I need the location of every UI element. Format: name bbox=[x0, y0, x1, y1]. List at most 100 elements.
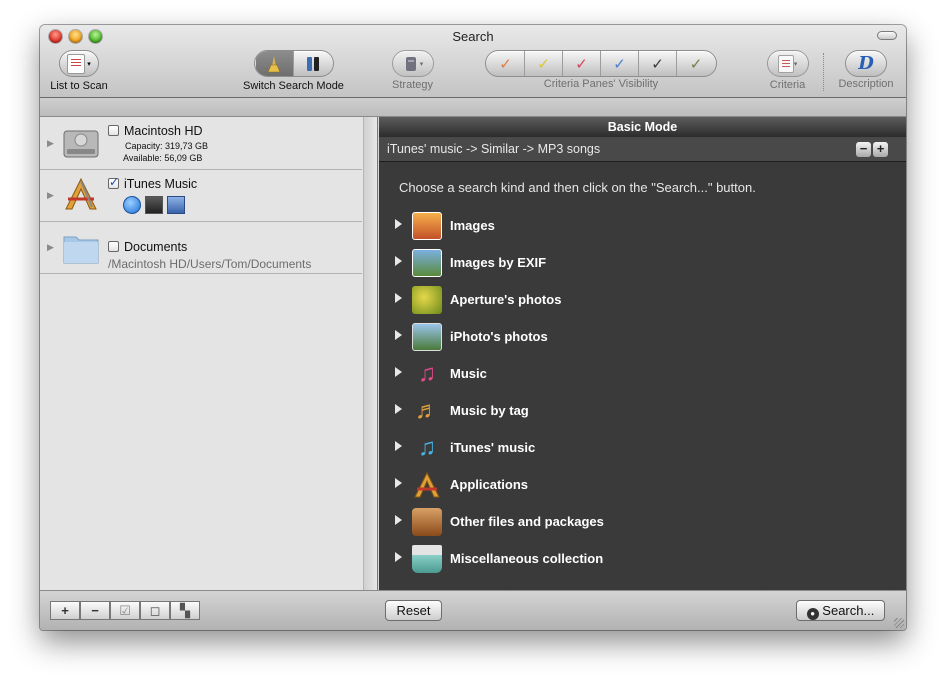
search-button[interactable]: ● Search... bbox=[796, 600, 885, 621]
expand-button[interactable]: + bbox=[873, 142, 888, 157]
criteria-panes-visibility-item[interactable]: ✓ ✓ ✓ ✓ ✓ ✓ Criteria Panes' Visibility bbox=[481, 50, 721, 90]
sidebar-scrollbar[interactable] bbox=[363, 117, 377, 590]
volume-name: Macintosh HD bbox=[124, 124, 203, 138]
advanced-mode-segment[interactable] bbox=[294, 51, 332, 76]
add-button[interactable]: + bbox=[50, 601, 80, 620]
breadcrumb: iTunes' music -> Similar -> MP3 songs bbox=[387, 142, 601, 156]
disclosure-triangle-icon[interactable] bbox=[395, 441, 402, 451]
collapse-button[interactable]: − bbox=[856, 142, 871, 157]
criteria-panes-visibility-label: Criteria Panes' Visibility bbox=[543, 78, 659, 90]
switch-search-mode-label: Switch Search Mode bbox=[243, 79, 344, 92]
volume-available: Available: 56,09 GB bbox=[123, 153, 203, 163]
disclosure-triangle-icon[interactable] bbox=[395, 515, 402, 525]
toolbar-strip bbox=[40, 98, 906, 117]
checkmark-icon: ✓ bbox=[651, 55, 664, 73]
strategy-button: ▾ bbox=[391, 50, 434, 77]
search-kind-music-by-tag[interactable]: ♬ Music by tag bbox=[395, 397, 885, 427]
search-kind-images[interactable]: Images bbox=[395, 212, 885, 242]
volume-row-documents[interactable]: ▶ Documents /Macintosh HD/Users/Tom/Docu… bbox=[40, 222, 362, 274]
checkbox-checked-icon: ☑ bbox=[119, 603, 131, 618]
dropdown-arrow-icon: ▾ bbox=[419, 60, 424, 68]
list-to-scan-label: List to Scan bbox=[50, 79, 108, 92]
disclosure-triangle-icon[interactable] bbox=[395, 478, 402, 488]
disclosure-triangle-icon[interactable] bbox=[395, 256, 402, 266]
documents-checkbox[interactable] bbox=[108, 241, 119, 252]
reveal-button[interactable]: ▚ bbox=[170, 601, 200, 620]
basic-mode-segment[interactable] bbox=[255, 51, 294, 76]
resize-grip-icon[interactable] bbox=[894, 618, 904, 628]
disclosure-triangle-icon[interactable] bbox=[395, 330, 402, 340]
uncheck-all-button[interactable]: ◻ bbox=[140, 601, 170, 620]
search-pane: Basic Mode iTunes' music -> Similar -> M… bbox=[379, 117, 906, 590]
visibility-toggle-6[interactable]: ✓ bbox=[677, 51, 715, 76]
switch-search-mode-control[interactable] bbox=[253, 50, 334, 77]
window-title: Search bbox=[452, 29, 494, 44]
visibility-toggle-1[interactable]: ✓ bbox=[487, 51, 525, 76]
photo-film-icon bbox=[145, 196, 163, 214]
checkmark-icon: ✓ bbox=[537, 55, 550, 73]
checkbox-empty-icon: ◻ bbox=[149, 603, 161, 618]
description-item[interactable]: D Description bbox=[833, 50, 899, 90]
strategy-label: Strategy bbox=[392, 78, 433, 91]
visibility-toggle-2[interactable]: ✓ bbox=[525, 51, 563, 76]
search-kind-label: Applications bbox=[450, 477, 529, 492]
disclosure-triangle-icon[interactable] bbox=[395, 219, 402, 229]
broom-icon bbox=[267, 55, 281, 72]
strategy-icon bbox=[405, 56, 416, 71]
search-kind-miscellaneous-collection[interactable]: Miscellaneous collection bbox=[395, 545, 885, 575]
folder-reveal-icon: ▚ bbox=[180, 603, 190, 618]
visibility-toggle-5[interactable]: ✓ bbox=[639, 51, 677, 76]
visibility-toggle-4[interactable]: ✓ bbox=[601, 51, 639, 76]
search-kind-apertures-photos[interactable]: Aperture's photos bbox=[395, 286, 885, 316]
disclosure-triangle-icon[interactable] bbox=[395, 367, 402, 377]
disclosure-triangle-icon[interactable]: ▶ bbox=[47, 242, 54, 253]
toolbar-toggle-button[interactable] bbox=[877, 31, 897, 40]
check-all-button[interactable]: ☑ bbox=[110, 601, 140, 620]
search-kind-images-by-exif[interactable]: Images by EXIF bbox=[395, 249, 885, 279]
switch-search-mode-item[interactable]: Switch Search Mode bbox=[240, 50, 347, 92]
disclosure-triangle-icon[interactable] bbox=[395, 404, 402, 414]
volume-name: Documents bbox=[124, 240, 188, 254]
disclosure-triangle-icon[interactable]: ▶ bbox=[47, 190, 54, 201]
list-to-scan-item[interactable]: ▾ List to Scan bbox=[49, 50, 109, 92]
packages-icon bbox=[412, 508, 442, 536]
checkmark-icon: ✓ bbox=[499, 55, 512, 73]
strategy-item: ▾ Strategy bbox=[385, 50, 440, 91]
search-kind-iphotos-photos[interactable]: iPhoto's photos bbox=[395, 323, 885, 353]
disclosure-triangle-icon[interactable] bbox=[395, 552, 402, 562]
search-kind-label: Aperture's photos bbox=[450, 292, 562, 307]
basket-icon bbox=[412, 545, 442, 573]
toolbar-separator bbox=[823, 53, 824, 91]
list-to-scan-button[interactable]: ▾ bbox=[59, 50, 99, 77]
volume-row-macintosh-hd[interactable]: ▶ Macintosh HD Capacity: 319,73 GB Avail… bbox=[40, 117, 362, 170]
disclosure-triangle-icon[interactable] bbox=[395, 293, 402, 303]
itunes-music-checkbox[interactable]: ✓ bbox=[108, 175, 120, 189]
reset-button[interactable]: Reset bbox=[385, 600, 442, 621]
search-kind-label: iTunes' music bbox=[450, 440, 536, 455]
checkmark-icon: ✓ bbox=[613, 55, 626, 73]
search-kind-label: Images bbox=[450, 218, 495, 233]
criteria-document-icon bbox=[777, 54, 794, 73]
search-kind-itunes-music[interactable]: ♫ iTunes' music bbox=[395, 434, 885, 464]
criteria-visibility-segmented-control[interactable]: ✓ ✓ ✓ ✓ ✓ ✓ bbox=[485, 50, 717, 77]
description-label: Description bbox=[838, 78, 894, 90]
macintosh-hd-checkbox[interactable] bbox=[108, 125, 119, 136]
exif-images-icon bbox=[412, 249, 442, 277]
volume-name: iTunes Music bbox=[124, 177, 198, 191]
checkmark-icon: ✓ bbox=[109, 175, 120, 189]
volume-row-itunes-music[interactable]: ▶ ✓ iTunes Music bbox=[40, 170, 362, 222]
search-kind-applications[interactable]: Applications bbox=[395, 471, 885, 501]
disclosure-triangle-icon[interactable]: ▶ bbox=[47, 138, 54, 149]
search-kind-label: Music by tag bbox=[450, 403, 529, 418]
search-kind-other-files-and-packages[interactable]: Other files and packages bbox=[395, 508, 885, 538]
music-tag-icon: ♬ bbox=[415, 397, 439, 424]
visibility-toggle-3[interactable]: ✓ bbox=[563, 51, 601, 76]
search-kind-label: iPhoto's photos bbox=[450, 329, 548, 344]
applications-icon bbox=[414, 471, 440, 498]
remove-button[interactable]: − bbox=[80, 601, 110, 620]
search-kind-label: Miscellaneous collection bbox=[450, 551, 604, 566]
search-kind-music[interactable]: ♫ Music bbox=[395, 360, 885, 390]
description-button[interactable]: D bbox=[845, 50, 887, 77]
mode-title: Basic Mode bbox=[379, 117, 906, 137]
description-d-icon: D bbox=[858, 53, 874, 74]
